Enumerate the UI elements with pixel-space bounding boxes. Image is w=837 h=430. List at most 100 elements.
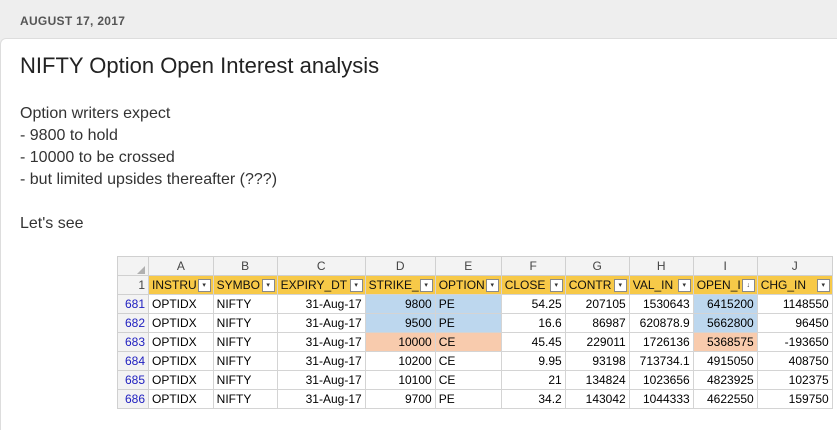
cell: 4622550 [692,389,758,409]
cell: 93198 [564,351,630,371]
column-letter: C [276,256,366,276]
cell: 408750 [756,351,833,371]
cell: 31-Aug-17 [276,351,366,371]
column-letter: F [500,256,566,276]
spreadsheet-table: A B C D E F G H I J 1 INSTRU ▾ SYMBO ▾ EXP… [117,256,833,409]
cell: 1044333 [628,389,694,409]
cell: CE [434,370,502,390]
cell: 34.2 [500,389,566,409]
table-row: 685 OPTIDX NIFTY 31-Aug-17 10100 CE 21 1… [117,370,833,390]
cell: 31-Aug-17 [276,332,366,352]
filter-dropdown-icon[interactable]: ▾ [261,279,275,292]
filter-dropdown-icon[interactable]: ▾ [816,279,830,292]
table-row: 681 OPTIDX NIFTY 31-Aug-17 9800 PE 54.25… [117,294,833,314]
cell: NIFTY [212,294,278,314]
table-row: 684 OPTIDX NIFTY 31-Aug-17 10200 CE 9.95… [117,351,833,371]
post-title: NIFTY Option Open Interest analysis [20,53,380,78]
filter-dropdown-icon[interactable]: ▾ [485,279,499,292]
row-number: 683 [117,332,149,352]
header-cell: SYMBO ▾ [212,275,278,295]
header-cell: CHG_IN ▾ [756,275,833,295]
cell: 54.25 [500,294,566,314]
table-row: 686 OPTIDX NIFTY 31-Aug-17 9700 PE 34.2 … [117,389,833,409]
header-cell: OPEN_I ↓ [692,275,758,295]
header-label: OPTION [438,278,485,292]
header-cell: CONTR ▾ [564,275,630,295]
cell: 10100 [364,370,436,390]
header-label: STRIKE_ [368,278,419,292]
header-cell: INSTRU ▾ [148,275,214,295]
cell: 5662800 [692,313,758,333]
header-label: VAL_IN [632,278,674,292]
column-letter-row: A B C D E F G H I J [117,256,833,276]
cell: 86987 [564,313,630,333]
post-body: Option writers expect - 9800 to hold - 1… [20,103,277,235]
cell: 713734.1 [628,351,694,371]
column-letter: J [756,256,833,276]
post-date: AUGUST 17, 2017 [20,14,126,28]
cell: 134824 [564,370,630,390]
column-letter: G [564,256,630,276]
row-number: 682 [117,313,149,333]
cell: PE [434,389,502,409]
cell: 16.6 [500,313,566,333]
cell: NIFTY [212,351,278,371]
cell: 96450 [756,313,833,333]
header-label: CHG_IN [760,278,807,292]
row-number: 684 [117,351,149,371]
row-number: 685 [117,370,149,390]
cell: NIFTY [212,370,278,390]
filter-dropdown-icon[interactable]: ▾ [349,279,363,292]
body-line: Option writers expect [20,105,171,122]
cell: NIFTY [212,332,278,352]
cell: 45.45 [500,332,566,352]
header-label: CLOSE [504,278,546,292]
column-letter: H [628,256,694,276]
cell: 31-Aug-17 [276,389,366,409]
header-label: INSTRU [152,278,197,292]
header-label: CONTR [568,278,612,292]
body-line: - 9800 to hold [20,127,118,144]
select-all-corner [117,256,149,276]
header-cell: OPTION ▾ [434,275,502,295]
table-row: 682 OPTIDX NIFTY 31-Aug-17 9500 PE 16.6 … [117,313,833,333]
cell: 620878.9 [628,313,694,333]
cell: OPTIDX [148,294,214,314]
header-cell: EXPIRY_DT ▾ [276,275,366,295]
cell: 1148550 [756,294,833,314]
cell: OPTIDX [148,313,214,333]
cell: 6415200 [692,294,758,314]
header-label: SYMBO [216,278,261,292]
column-letter: I [692,256,758,276]
cell: 229011 [564,332,630,352]
cell: 1023656 [628,370,694,390]
cell: 4823925 [692,370,758,390]
cell: 207105 [564,294,630,314]
header-row: 1 INSTRU ▾ SYMBO ▾ EXPIRY_DT ▾ STRIKE_ ▾ OPT… [117,275,833,295]
cell: 31-Aug-17 [276,294,366,314]
table-row: 683 OPTIDX NIFTY 31-Aug-17 10000 CE 45.4… [117,332,833,352]
body-line: - 10000 to be crossed [20,149,175,166]
cell: 1726136 [628,332,694,352]
filter-dropdown-icon[interactable]: ▾ [613,279,627,292]
cell: CE [434,332,502,352]
body-line [20,191,277,213]
cell: OPTIDX [148,370,214,390]
filter-dropdown-icon[interactable]: ▾ [419,279,433,292]
column-letter: D [364,256,436,276]
cell: 31-Aug-17 [276,370,366,390]
cell: 9700 [364,389,436,409]
spreadsheet-image: A B C D E F G H I J 1 INSTRU ▾ SYMBO ▾ EXP… [117,256,833,409]
header-label: OPEN_I [696,278,741,292]
row-number: 1 [117,275,149,295]
sort-descending-icon[interactable]: ↓ [741,279,755,292]
filter-dropdown-icon[interactable]: ▾ [197,279,211,292]
cell: 4915050 [692,351,758,371]
column-letter: B [212,256,278,276]
filter-dropdown-icon[interactable]: ▾ [549,279,563,292]
row-number: 686 [117,389,149,409]
cell: CE [434,351,502,371]
filter-dropdown-icon[interactable]: ▾ [677,279,691,292]
cell: 10000 [364,332,436,352]
header-cell: VAL_IN ▾ [628,275,694,295]
